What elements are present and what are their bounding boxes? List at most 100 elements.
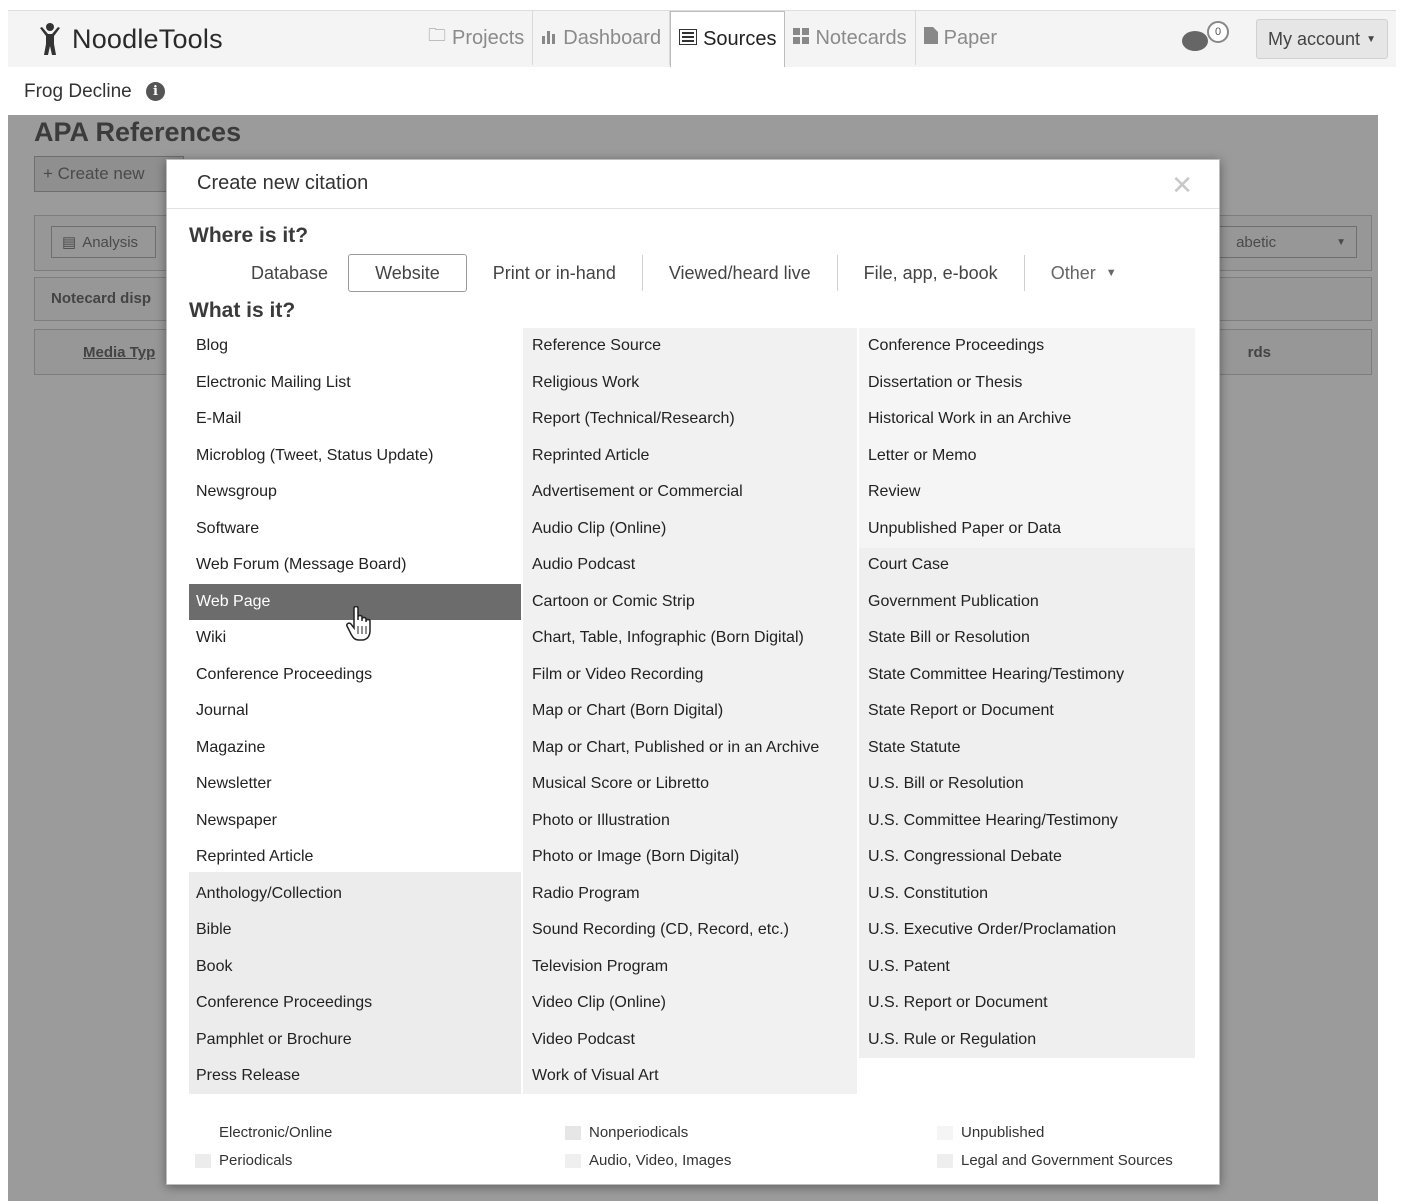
citation-type-item[interactable]: Newsgroup — [189, 474, 521, 510]
legend-label: Periodicals — [219, 1152, 293, 1169]
citation-type-item[interactable]: Blog — [189, 328, 521, 364]
project-title: Frog Decline — [24, 81, 132, 102]
citation-type-item[interactable]: Bible — [189, 912, 521, 948]
citation-type-item[interactable]: Conference Proceedings — [861, 328, 1193, 364]
legend-label: Electronic/Online — [219, 1124, 333, 1141]
brand[interactable]: NoodleTools — [38, 21, 223, 57]
notifications[interactable]: 0 — [1174, 19, 1232, 59]
citation-type-item[interactable]: Audio Clip (Online) — [525, 511, 857, 547]
nav-paper[interactable]: Paper — [916, 11, 1005, 65]
citation-type-item[interactable]: Video Podcast — [525, 1022, 857, 1058]
tab-viewed-label: Viewed/heard live — [668, 262, 811, 283]
citation-type-item[interactable]: Historical Work in an Archive — [861, 401, 1193, 437]
citation-type-item[interactable]: U.S. Constitution — [861, 876, 1193, 912]
citation-type-item[interactable]: Dissertation or Thesis — [861, 365, 1193, 401]
citation-type-item[interactable]: Cartoon or Comic Strip — [525, 584, 857, 620]
citation-type-item[interactable]: Magazine — [189, 730, 521, 766]
citation-type-item[interactable]: Film or Video Recording — [525, 657, 857, 693]
nav-notecards[interactable]: Notecards — [785, 11, 916, 65]
tab-website-label: Website — [375, 262, 440, 283]
citation-type-item[interactable]: Photo or Image (Born Digital) — [525, 839, 857, 875]
citation-type-item[interactable]: U.S. Committee Hearing/Testimony — [861, 803, 1193, 839]
info-icon[interactable]: i — [146, 82, 165, 101]
citation-type-item[interactable]: U.S. Congressional Debate — [861, 839, 1193, 875]
citation-type-item[interactable]: Video Clip (Online) — [525, 985, 857, 1021]
nav-projects[interactable]: 🗀 Projects — [420, 11, 534, 65]
select-caret-icon: ▼ — [1336, 236, 1346, 248]
citation-type-item[interactable]: Letter or Memo — [861, 438, 1193, 474]
citation-type-item[interactable]: Map or Chart, Published or in an Archive — [525, 730, 857, 766]
citation-type-item[interactable]: Musical Score or Libretto — [525, 766, 857, 802]
tab-other[interactable]: Other ▼ — [1025, 255, 1143, 291]
citation-type-item[interactable]: Unpublished Paper or Data — [861, 511, 1193, 547]
citation-type-item[interactable]: Journal — [189, 693, 521, 729]
tab-database[interactable]: Database — [225, 255, 348, 291]
citation-type-item[interactable]: Government Publication — [861, 584, 1193, 620]
tab-file-label: File, app, e-book — [863, 262, 998, 283]
citation-type-item[interactable]: Anthology/Collection — [189, 876, 521, 912]
nav-dashboard[interactable]: Dashboard — [533, 11, 671, 65]
legend-label: Nonperiodicals — [589, 1124, 689, 1141]
citation-type-item[interactable]: Review — [861, 474, 1193, 510]
citation-type-item[interactable]: U.S. Bill or Resolution — [861, 766, 1193, 802]
citation-type-item[interactable]: Photo or Illustration — [525, 803, 857, 839]
citation-type-item[interactable]: Television Program — [525, 949, 857, 985]
tab-viewed-heard-live[interactable]: Viewed/heard live — [643, 255, 838, 291]
analysis-label: Analysis — [82, 233, 139, 251]
nav-notecards-label: Notecards — [815, 26, 907, 49]
citation-type-item[interactable]: Sound Recording (CD, Record, etc.) — [525, 912, 857, 948]
citation-type-item[interactable]: Religious Work — [525, 365, 857, 401]
citation-type-item[interactable]: State Committee Hearing/Testimony — [861, 657, 1193, 693]
bar-chart-icon — [541, 28, 557, 49]
citation-type-item[interactable]: Radio Program — [525, 876, 857, 912]
citation-type-item[interactable]: Press Release — [189, 1058, 521, 1094]
legend-item: Audio, Video, Images — [565, 1152, 731, 1169]
citation-type-item[interactable]: Reprinted Article — [525, 438, 857, 474]
citation-type-item[interactable]: Microblog (Tweet, Status Update) — [189, 438, 521, 474]
citation-type-item[interactable]: Pamphlet or Brochure — [189, 1022, 521, 1058]
citation-type-item[interactable]: U.S. Patent — [861, 949, 1193, 985]
citation-type-item[interactable]: Report (Technical/Research) — [525, 401, 857, 437]
citation-type-item[interactable]: State Report or Document — [861, 693, 1193, 729]
citation-type-item[interactable]: Conference Proceedings — [189, 985, 521, 1021]
citation-type-item[interactable]: Reprinted Article — [189, 839, 521, 875]
citation-type-item[interactable]: State Statute — [861, 730, 1193, 766]
citation-type-item[interactable]: Advertisement or Commercial — [525, 474, 857, 510]
citation-type-item[interactable]: State Bill or Resolution — [861, 620, 1193, 656]
tab-website[interactable]: Website — [348, 254, 467, 292]
legend-label: Audio, Video, Images — [589, 1152, 732, 1169]
citation-type-item[interactable]: Court Case — [861, 547, 1193, 583]
main-nav: 🗀 Projects Dashboard Sources Notecards P… — [420, 11, 1005, 67]
analysis-icon: ▤ — [62, 234, 77, 251]
citation-type-item[interactable]: Audio Podcast — [525, 547, 857, 583]
citation-type-item[interactable]: Chart, Table, Infographic (Born Digital) — [525, 620, 857, 656]
legend: Electronic/Online Periodicals Nonperiodi… — [167, 1120, 1219, 1180]
citation-type-item[interactable]: Electronic Mailing List — [189, 365, 521, 401]
tab-print[interactable]: Print or in-hand — [467, 255, 643, 291]
citation-type-item[interactable]: Book — [189, 949, 521, 985]
citation-type-item[interactable]: Newspaper — [189, 803, 521, 839]
my-account-button[interactable]: My account ▼ — [1256, 19, 1388, 59]
nav-sources[interactable]: Sources — [670, 11, 786, 67]
my-account-label: My account — [1268, 28, 1361, 49]
citation-type-item[interactable]: Reference Source — [525, 328, 857, 364]
nav-sources-label: Sources — [703, 28, 777, 50]
legend-item: Electronic/Online — [195, 1124, 332, 1141]
citation-type-item[interactable]: Work of Visual Art — [525, 1058, 857, 1094]
citation-type-item[interactable]: Web Forum (Message Board) — [189, 547, 521, 583]
close-icon[interactable]: ✕ — [1171, 170, 1193, 201]
chat-bubble-icon — [1182, 31, 1208, 51]
legend-item: Periodicals — [195, 1152, 292, 1169]
citation-type-item[interactable]: U.S. Report or Document — [861, 985, 1193, 1021]
tab-file-app-ebook[interactable]: File, app, e-book — [838, 255, 1025, 291]
citation-type-item[interactable]: Conference Proceedings — [189, 657, 521, 693]
grid-icon — [793, 27, 810, 49]
noodletools-logo-icon — [40, 23, 60, 55]
citation-type-item[interactable]: U.S. Executive Order/Proclamation — [861, 912, 1193, 948]
brand-name: NoodleTools — [72, 23, 223, 54]
citation-type-item[interactable]: U.S. Rule or Regulation — [861, 1022, 1193, 1058]
citation-type-item[interactable]: Software — [189, 511, 521, 547]
citation-type-item[interactable]: E-Mail — [189, 401, 521, 437]
citation-type-item[interactable]: Map or Chart (Born Digital) — [525, 693, 857, 729]
citation-type-item[interactable]: Newsletter — [189, 766, 521, 802]
